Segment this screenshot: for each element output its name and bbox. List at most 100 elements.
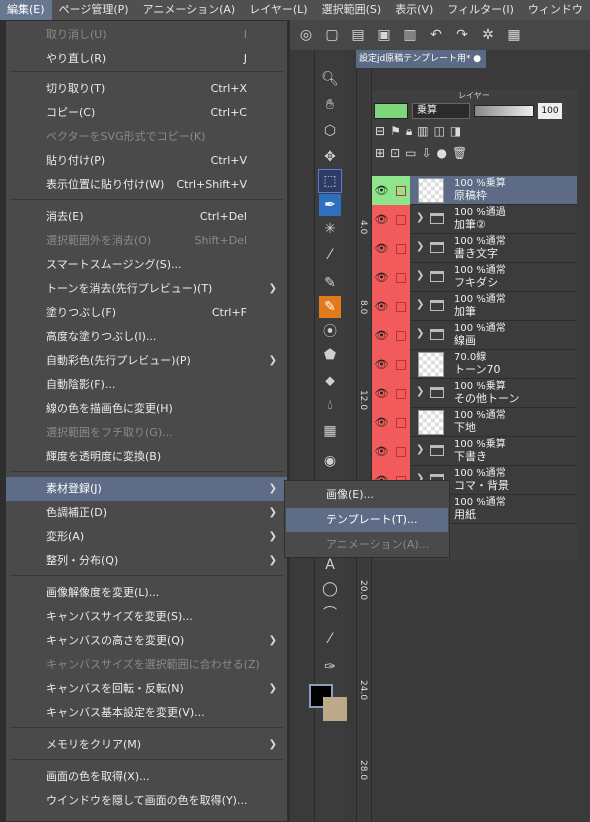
pen-icon[interactable]: ✎ bbox=[319, 272, 341, 294]
menu-item[interactable]: 自動陰影(F)... bbox=[6, 373, 287, 397]
lock-checkbox[interactable] bbox=[391, 379, 410, 408]
auto-select-icon[interactable]: ✳ bbox=[319, 218, 341, 240]
visibility-eye-icon[interactable]: 👁︎ bbox=[372, 437, 391, 466]
clip-icon[interactable]: ⊟ bbox=[375, 124, 385, 138]
gradient-icon[interactable]: ◉ bbox=[319, 450, 341, 472]
lock-checkbox[interactable] bbox=[391, 292, 410, 321]
new-file-icon[interactable]: ▢ bbox=[322, 25, 342, 45]
menu-item[interactable]: 整列・分布(Q) ❯ bbox=[6, 549, 287, 573]
lock-checkbox[interactable] bbox=[391, 205, 410, 234]
menu-item[interactable]: 表示位置に貼り付け(W) Ctrl+Shift+V bbox=[6, 173, 287, 197]
layer-row[interactable]: 👁︎ ❯ 100 %乗算 下書き bbox=[372, 437, 577, 466]
layer-row[interactable]: 👁︎ ❯ 100 %通常 フキダシ bbox=[372, 263, 577, 292]
delete-layer-icon[interactable]: 🗑︎ bbox=[452, 146, 467, 160]
sub-color-swatch[interactable] bbox=[323, 697, 347, 721]
pencil-icon[interactable]: ✎ bbox=[319, 296, 341, 318]
visibility-eye-icon[interactable]: 👁︎ bbox=[372, 263, 391, 292]
menu-item[interactable]: 素材登録(J) ❯ bbox=[6, 477, 287, 501]
reference-icon[interactable]: ⚑ bbox=[390, 124, 401, 138]
airbrush-icon[interactable]: ⬟ bbox=[319, 344, 341, 366]
menu-item[interactable]: やり直し(R) J bbox=[6, 47, 287, 71]
layer-row[interactable]: 👁︎ 100 %通常 下地 bbox=[372, 408, 577, 437]
operation-icon[interactable]: ⬡ bbox=[319, 120, 341, 142]
menu-item[interactable]: ウインドウを隠して画面の色を取得(Y)... bbox=[6, 789, 287, 813]
export-icon[interactable]: ▥ bbox=[400, 25, 420, 45]
menu-item[interactable]: 塗りつぶし(F) Ctrl+F bbox=[6, 301, 287, 325]
new-folder-icon[interactable]: ▭ bbox=[405, 146, 416, 160]
menu-item[interactable]: コピー(C) Ctrl+C bbox=[6, 101, 287, 125]
lock-checkbox[interactable] bbox=[391, 234, 410, 263]
transfer-icon[interactable]: ⇩ bbox=[421, 146, 431, 160]
menu-item[interactable]: 消去(E) Ctrl+Del bbox=[6, 205, 287, 229]
visibility-eye-icon[interactable]: 👁︎ bbox=[372, 321, 391, 350]
menubar-item[interactable]: 選択範囲(S) bbox=[315, 0, 389, 20]
menu-item[interactable]: キャンバス基本設定を変更(V)... bbox=[6, 701, 287, 725]
correct-line-icon[interactable]: ⁄ bbox=[319, 628, 341, 650]
layer-row[interactable]: 👁︎ ❯ 100 %通常 線画 bbox=[372, 321, 577, 350]
expand-chevron-icon[interactable]: ❯ bbox=[416, 328, 424, 339]
menu-item[interactable]: 自動彩色(先行プレビュー)(P) ❯ bbox=[6, 349, 287, 373]
menu-item[interactable]: 線の色を描画色に変更(H) bbox=[6, 397, 287, 421]
ruler-toggle-icon[interactable]: ◨ bbox=[450, 124, 461, 138]
visibility-eye-icon[interactable]: 👁︎ bbox=[372, 205, 391, 234]
layer-row[interactable]: 👁︎ 70.0線 トーン70 bbox=[372, 350, 577, 379]
layer-row[interactable]: 👁︎ ❯ 100 %通過 加筆② bbox=[372, 205, 577, 234]
submenu-item[interactable]: テンプレート(T)... bbox=[286, 508, 448, 532]
save-icon[interactable]: ▣ bbox=[374, 25, 394, 45]
layer-icon[interactable]: ◎ bbox=[296, 25, 316, 45]
balloon-icon[interactable]: ◯ bbox=[319, 578, 341, 600]
decoration-icon[interactable]: ✑ bbox=[319, 656, 341, 678]
submenu-item[interactable]: 画像(E)... bbox=[286, 483, 448, 507]
menu-item[interactable]: スマートスムージング(S)... bbox=[6, 253, 287, 277]
layer-color-swatch[interactable] bbox=[374, 103, 408, 119]
blend-mode-select[interactable]: 乗算 bbox=[412, 103, 470, 119]
fill-icon[interactable]: ▦ bbox=[319, 420, 341, 442]
move-icon[interactable]: ✥ bbox=[319, 146, 341, 168]
redo-icon[interactable]: ↷ bbox=[452, 25, 472, 45]
menubar-item[interactable]: ウィンドウ bbox=[521, 0, 590, 20]
menu-item[interactable]: 変形(A) ❯ bbox=[6, 525, 287, 549]
opacity-value[interactable]: 100 bbox=[538, 103, 562, 119]
visibility-eye-icon[interactable]: 👁︎ bbox=[372, 292, 391, 321]
opacity-slider[interactable] bbox=[474, 105, 534, 117]
open-folder-icon[interactable]: ▤ bbox=[348, 25, 368, 45]
menu-item[interactable]: 色調補正(D) ❯ bbox=[6, 501, 287, 525]
expand-chevron-icon[interactable]: ❯ bbox=[416, 212, 424, 223]
lock-checkbox[interactable] bbox=[391, 350, 410, 379]
lock-checkbox[interactable] bbox=[391, 263, 410, 292]
new-vector-icon[interactable]: ⊡ bbox=[390, 146, 400, 160]
lock-icon[interactable]: 🔒︎ bbox=[406, 124, 412, 139]
lock-checkbox[interactable] bbox=[391, 408, 410, 437]
mask-icon[interactable]: ◫ bbox=[434, 124, 445, 138]
menubar-item[interactable]: 表示(V) bbox=[388, 0, 440, 20]
menubar-item[interactable]: レイヤー(L) bbox=[242, 0, 314, 20]
lock-checkbox[interactable] bbox=[391, 321, 410, 350]
menu-item[interactable]: キャンバスサイズを変更(S)... bbox=[6, 605, 287, 629]
menu-item[interactable]: 切り取り(T) Ctrl+X bbox=[6, 77, 287, 101]
menu-item[interactable]: 画面の色を取得(X)... bbox=[6, 765, 287, 789]
eyedropper-icon[interactable]: ⁄ bbox=[319, 244, 341, 266]
blend-icon[interactable]: 💧︎ bbox=[319, 394, 341, 416]
menu-item[interactable]: 輝度を透明度に変換(B) bbox=[6, 445, 287, 469]
lasso-fill-icon[interactable]: ✒ bbox=[319, 194, 341, 216]
expand-chevron-icon[interactable]: ❯ bbox=[416, 270, 424, 281]
document-tab[interactable]: 設定jd原稿テンプレート用* ● bbox=[356, 50, 486, 68]
visibility-eye-icon[interactable]: 👁︎ bbox=[372, 350, 391, 379]
layer-row[interactable]: 👁︎ 100 %乗算 原稿枠 bbox=[372, 176, 577, 205]
lock-alpha-icon[interactable]: ▥ bbox=[417, 124, 428, 138]
menu-item[interactable]: キャンバスの高さを変更(Q) ❯ bbox=[6, 629, 287, 653]
menubar-item[interactable]: アニメーション(A) bbox=[136, 0, 243, 20]
eraser-icon[interactable]: ⬥ bbox=[319, 370, 341, 392]
line-icon[interactable]: ⌒ bbox=[319, 602, 341, 624]
menu-item[interactable]: 高度な塗りつぶし(I)... bbox=[6, 325, 287, 349]
visibility-eye-icon[interactable]: 👁︎ bbox=[372, 176, 391, 205]
mask-add-icon[interactable]: ● bbox=[437, 146, 447, 160]
menu-item[interactable]: 画像解像度を変更(L)... bbox=[6, 581, 287, 605]
layer-row[interactable]: 👁︎ ❯ 100 %通常 加筆 bbox=[372, 292, 577, 321]
expand-chevron-icon[interactable]: ❯ bbox=[416, 386, 424, 397]
visibility-eye-icon[interactable]: 👁︎ bbox=[372, 234, 391, 263]
expand-chevron-icon[interactable]: ❯ bbox=[416, 299, 424, 310]
lock-checkbox[interactable] bbox=[391, 437, 410, 466]
menu-item[interactable]: メモリをクリア(M) ❯ bbox=[6, 733, 287, 757]
visibility-eye-icon[interactable]: 👁︎ bbox=[372, 379, 391, 408]
